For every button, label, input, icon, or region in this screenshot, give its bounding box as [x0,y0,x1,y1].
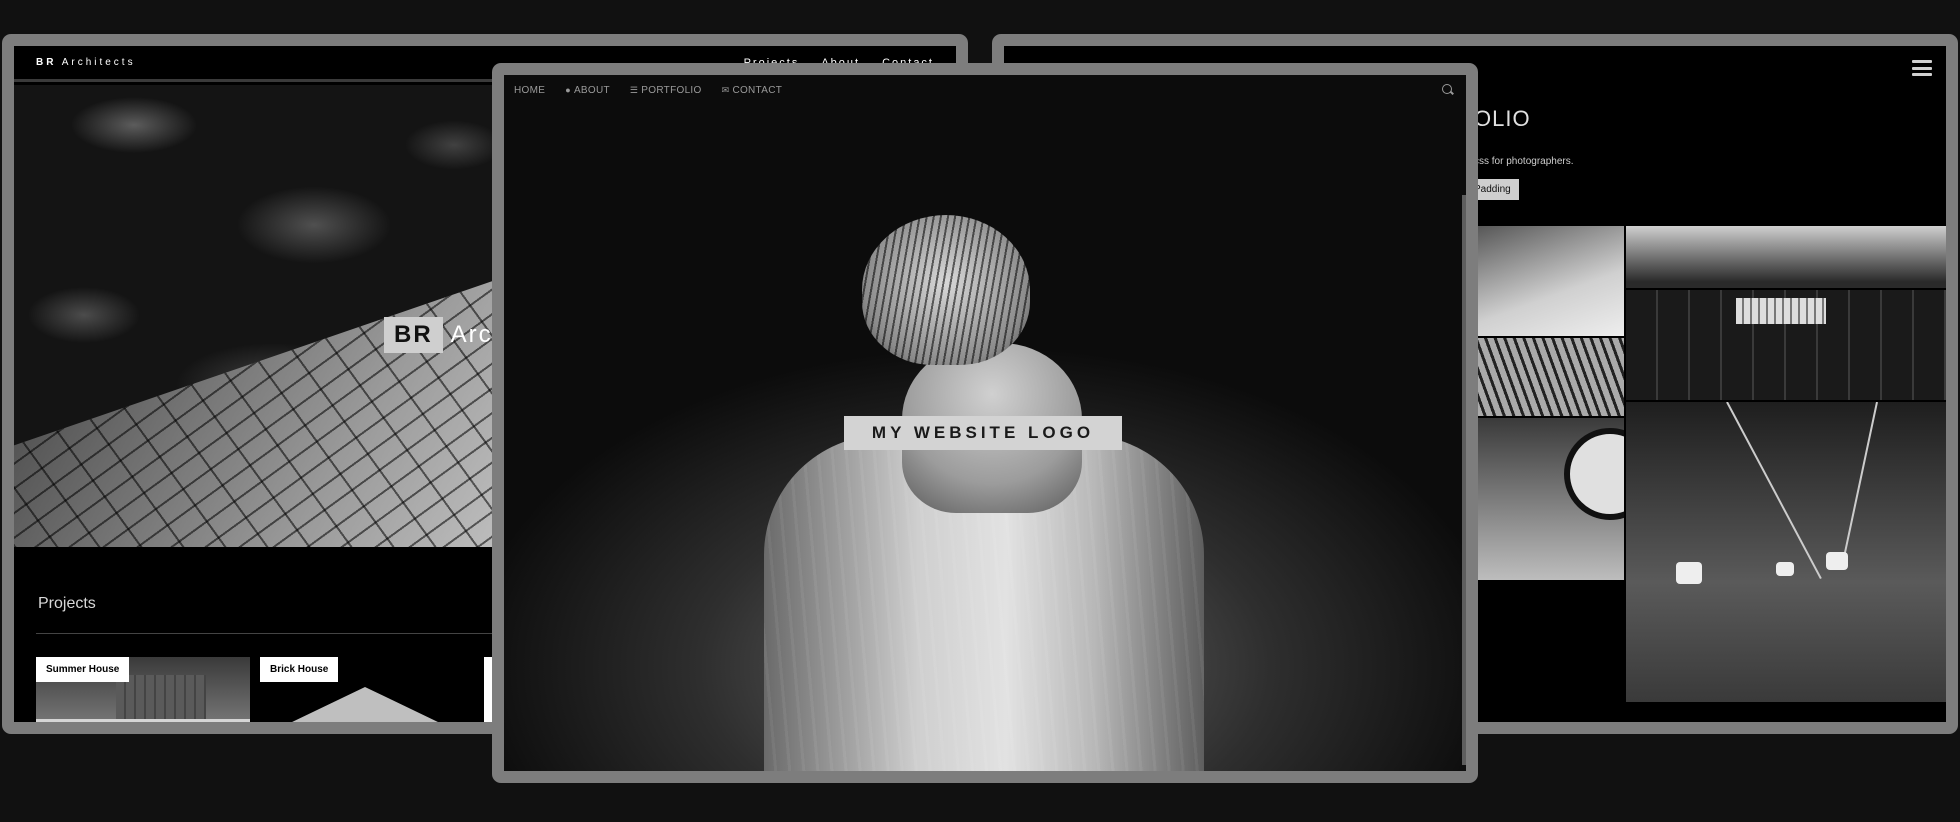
gallery-photo[interactable] [1474,226,1624,336]
user-icon: ● [565,85,571,95]
personal-site: HOME ● ABOUT ☰ PORTFOLIO ✉ CONTACT MY WEBSI… [504,75,1466,771]
scrollbar[interactable] [1462,195,1466,765]
browser-frame-personal-site: HOME ● ABOUT ☰ PORTFOLIO ✉ CONTACT MY WEBSI… [492,63,1478,783]
website-logo[interactable]: MY WEBSITE LOGO [844,416,1122,450]
envelope-icon: ✉ [721,84,730,95]
nav-link-about[interactable]: ● ABOUT [565,85,610,96]
portfolio-title: OLIO [1474,106,1531,131]
project-label: Brick House [260,657,339,682]
gallery-photo[interactable] [1474,338,1624,416]
gallery-photo[interactable] [1626,226,1946,288]
architects-brand[interactable]: BR Architects [36,57,136,68]
project-card-brick-house[interactable]: Brick House [260,657,474,722]
th-list-icon: ☰ [629,84,639,95]
search-icon[interactable] [1442,84,1452,94]
nav-link-home[interactable]: HOME [514,85,545,96]
gallery-photo[interactable] [1474,418,1624,580]
architects-hero-logo: BR Arc [384,317,493,353]
nav-link-portfolio[interactable]: ☰ PORTFOLIO [630,85,702,96]
nav-link-contact[interactable]: ✉ CONTACT [722,85,783,96]
portfolio-description: css for photographers. [1474,156,1574,167]
person-beanie-image [862,215,1030,365]
project-card-summer-house[interactable]: Summer House [36,657,250,722]
hamburger-menu-icon[interactable] [1912,60,1932,76]
project-label: Summer House [36,657,130,682]
gallery-photo[interactable] [1626,290,1946,400]
gallery-photo[interactable] [1626,402,1946,702]
personal-site-navbar: HOME ● ABOUT ☰ PORTFOLIO ✉ CONTACT [504,75,1466,105]
projects-heading: Projects [38,595,96,612]
